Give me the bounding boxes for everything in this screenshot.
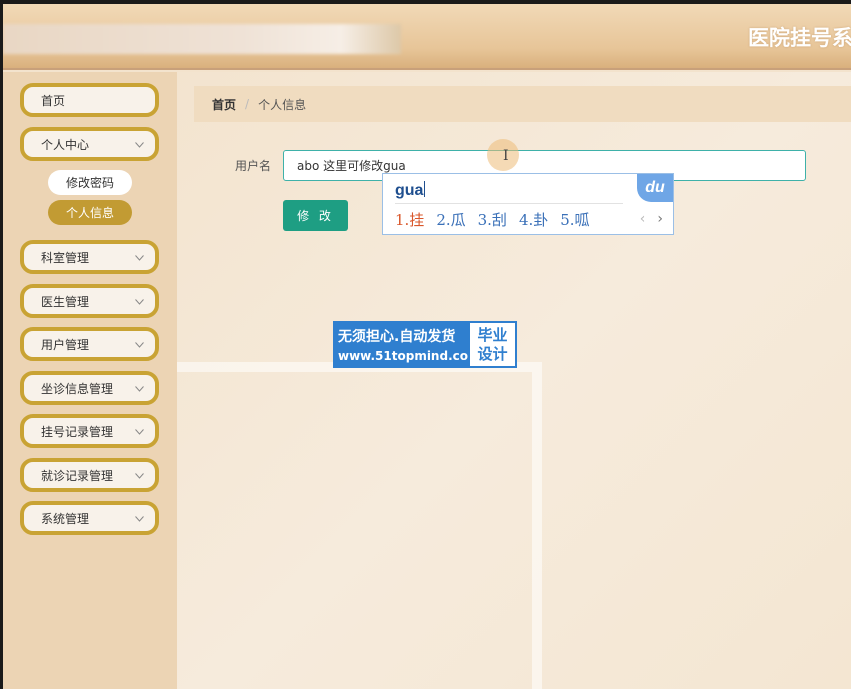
ime-composition: gua	[395, 181, 426, 200]
username-label: 用户名	[235, 159, 272, 173]
breadcrumb-current: 个人信息	[258, 97, 307, 112]
chevron-down-icon	[135, 142, 144, 148]
watermark-text-block: 无须担心.自动发货 www.51topmind.com	[333, 321, 481, 368]
chevron-down-icon	[135, 429, 144, 435]
sidebar-item-label: 就诊记录管理	[41, 468, 114, 483]
ime-divider	[395, 203, 623, 204]
sidebar-item-visit-records[interactable]: 就诊记录管理	[20, 458, 159, 492]
ime-candidate[interactable]: 2.瓜	[436, 209, 465, 230]
breadcrumb-home[interactable]: 首页	[212, 96, 236, 113]
watermark: 无须担心.自动发货 www.51topmind.com 毕业 设计	[333, 321, 517, 368]
sidebar-item-label: 科室管理	[41, 250, 90, 265]
ime-candidate[interactable]: 4.卦	[519, 209, 548, 230]
sidebar-item-label: 医生管理	[41, 294, 90, 309]
sub-item-change-password[interactable]: 修改密码	[48, 170, 132, 195]
sidebar-item-registration-records[interactable]: 挂号记录管理	[20, 414, 159, 448]
watermark-line1: 无须担心.自动发货	[338, 329, 456, 345]
sub-item-label: 个人信息	[65, 206, 114, 220]
ibeam-cursor-icon: I	[503, 148, 509, 164]
watermark-badge-line1: 毕业	[477, 325, 508, 344]
sidebar-item-label: 用户管理	[41, 337, 90, 352]
sidebar-item-doctor-management[interactable]: 医生管理	[20, 284, 159, 318]
breadcrumb-separator: /	[245, 97, 250, 111]
chevron-down-icon	[135, 473, 144, 479]
sidebar-item-user-management[interactable]: 用户管理	[20, 327, 159, 361]
ime-page-arrows: ‹ ›	[640, 211, 663, 227]
chevron-down-icon	[135, 516, 144, 522]
chevron-down-icon	[135, 299, 144, 305]
sidebar-item-home[interactable]: 首页	[20, 83, 159, 117]
app-title: 医院挂号系	[748, 26, 851, 50]
sidebar-item-label: 坐诊信息管理	[41, 381, 114, 396]
baidu-ime-logo-icon: du	[637, 174, 673, 202]
top-header: 医院挂号系	[3, 4, 851, 70]
main-content: 首页 / 个人信息 用户名 I 修 改	[177, 72, 851, 689]
sidebar-item-system-management[interactable]: 系统管理	[20, 501, 159, 535]
ime-caret	[424, 181, 426, 197]
watermark-badge-line2: 设计	[477, 344, 508, 363]
edit-button[interactable]: 修 改	[283, 200, 348, 231]
chevron-down-icon	[135, 386, 144, 392]
watermark-badge: 毕业 设计	[468, 321, 517, 368]
sidebar-item-personal-center[interactable]: 个人中心	[20, 127, 159, 161]
background-decoration	[177, 362, 542, 689]
watermark-url: www.51topmind.com	[338, 349, 481, 363]
header-blurred-region	[3, 24, 401, 54]
chevron-left-icon[interactable]: ‹	[640, 211, 646, 227]
sidebar-item-label: 系统管理	[41, 511, 90, 526]
sidebar-item-label: 挂号记录管理	[41, 424, 114, 439]
ime-candidates: 1.挂 2.瓜 3.刮 4.卦 5.呱	[395, 209, 602, 230]
sidebar-item-department-management[interactable]: 科室管理	[20, 240, 159, 274]
ime-candidate[interactable]: 3.刮	[478, 209, 507, 230]
sub-item-personal-info[interactable]: 个人信息	[48, 200, 132, 225]
sidebar: 首页 个人中心 修改密码 个人信息 科室管理 医生管理 用户管理 坐诊信息管理 …	[3, 72, 177, 689]
sidebar-item-label: 首页	[41, 93, 66, 108]
chevron-down-icon	[135, 255, 144, 261]
ime-composition-text: gua	[395, 182, 424, 199]
ime-candidate-popup: gua du 1.挂 2.瓜 3.刮 4.卦 5.呱 ‹ ›	[382, 173, 674, 235]
ime-candidate[interactable]: 1.挂	[395, 209, 424, 230]
chevron-right-icon[interactable]: ›	[657, 211, 663, 227]
sidebar-item-schedule-management[interactable]: 坐诊信息管理	[20, 371, 159, 405]
sidebar-item-label: 个人中心	[41, 137, 90, 152]
ime-candidate[interactable]: 5.呱	[560, 209, 589, 230]
breadcrumb: 首页 / 个人信息	[194, 86, 851, 122]
sub-item-label: 修改密码	[65, 176, 114, 190]
chevron-down-icon	[135, 342, 144, 348]
